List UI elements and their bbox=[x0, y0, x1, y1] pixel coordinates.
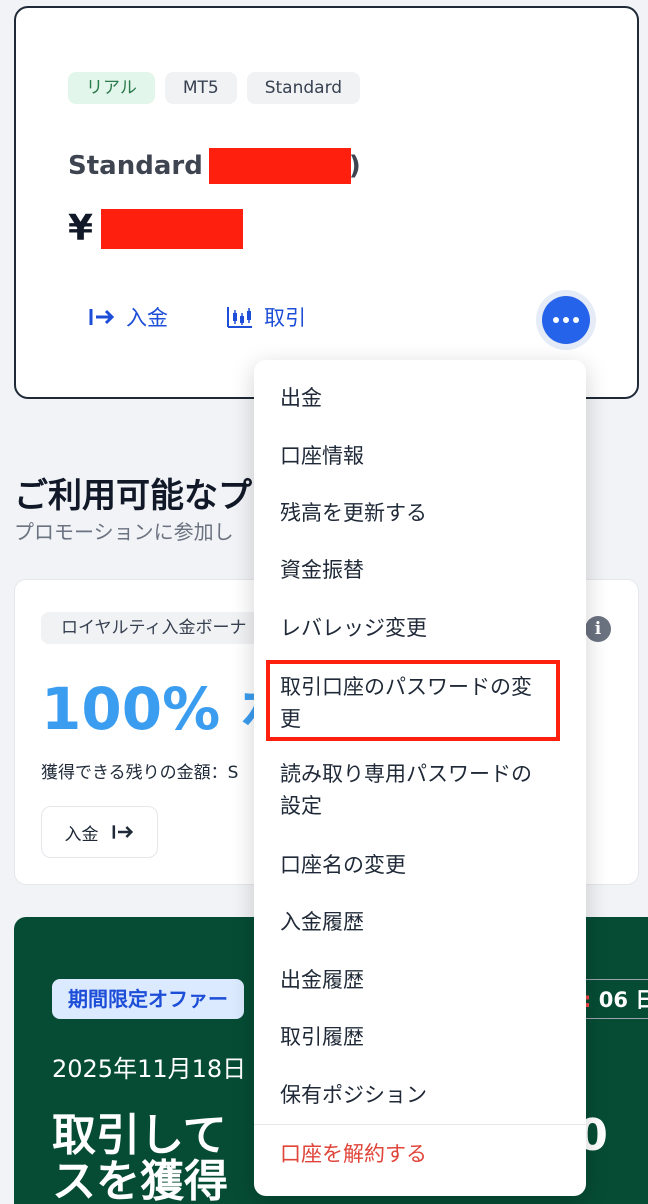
account-balance: ¥ bbox=[68, 208, 244, 249]
redacted-balance bbox=[101, 208, 244, 249]
section-subtitle: プロモーションに参加し bbox=[14, 520, 234, 544]
deposit-icon bbox=[89, 309, 115, 325]
remaining-label: 獲得できる残りの金額： bbox=[41, 763, 228, 783]
menu-item-change-trading-password-line1: 取引口座のパスワードの変 bbox=[280, 675, 532, 699]
remaining-amount: 獲得できる残りの金額：S bbox=[41, 758, 238, 783]
menu-item-close-account[interactable]: 口座を解約する bbox=[280, 1138, 427, 1170]
menu-item-readonly-password-line2: 設定 bbox=[280, 794, 322, 818]
account-options-menu: 出金 口座情報 残高を更新する 資金振替 レバレッジ変更 取引口座のパスワードの… bbox=[254, 360, 586, 1196]
promo-title-line1: 取引して bbox=[52, 1110, 227, 1161]
menu-item-readonly-password[interactable]: 読み取り専用パスワードの 設定 bbox=[280, 758, 532, 822]
menu-item-deposit-history[interactable]: 入金履歴 bbox=[280, 906, 364, 938]
tag-account-type: Standard bbox=[246, 72, 361, 104]
dot-icon bbox=[563, 317, 569, 323]
account-actions: 入金 取引 bbox=[88, 302, 306, 332]
menu-item-fund-transfer[interactable]: 資金振替 bbox=[280, 554, 364, 586]
account-name: Standard ) bbox=[68, 148, 361, 184]
remaining-value: S bbox=[227, 763, 239, 783]
more-options-button[interactable] bbox=[542, 296, 590, 344]
menu-item-open-positions[interactable]: 保有ポジション bbox=[280, 1079, 427, 1111]
tag-real: リアル bbox=[68, 72, 155, 104]
timer-days: 06 日 bbox=[598, 988, 648, 1012]
menu-divider bbox=[254, 1124, 586, 1125]
trade-button[interactable]: 取引 bbox=[226, 302, 306, 332]
dot-icon bbox=[573, 317, 579, 323]
account-name-trail: ) bbox=[348, 151, 361, 181]
currency-symbol: ¥ bbox=[68, 208, 94, 249]
promo-date: 2025年11月18日 - bbox=[52, 1055, 263, 1083]
account-tags: リアル MT5 Standard bbox=[68, 72, 361, 104]
account-name-text: Standard bbox=[68, 151, 203, 181]
candlestick-chart-icon bbox=[227, 307, 252, 328]
menu-item-readonly-password-line1: 読み取り専用パスワードの bbox=[280, 762, 532, 786]
menu-item-withdraw[interactable]: 出金 bbox=[280, 382, 322, 414]
menu-item-refresh-balance[interactable]: 残高を更新する bbox=[280, 497, 427, 529]
promo-title-line2: スを獲得 bbox=[52, 1156, 228, 1204]
menu-item-trade-history[interactable]: 取引履歴 bbox=[280, 1021, 364, 1053]
menu-item-rename-account[interactable]: 口座名の変更 bbox=[280, 849, 406, 881]
limited-offer-tag: 期間限定オファー bbox=[52, 979, 244, 1019]
menu-item-change-trading-password[interactable]: 取引口座のパスワードの変 更 bbox=[280, 671, 532, 735]
menu-item-change-leverage[interactable]: レバレッジ変更 bbox=[280, 612, 427, 644]
info-icon[interactable]: i bbox=[585, 616, 611, 642]
loyalty-deposit-button[interactable]: 入金 bbox=[41, 806, 158, 858]
tag-platform: MT5 bbox=[164, 72, 237, 104]
deposit-label: 入金 bbox=[126, 306, 168, 330]
menu-item-account-info[interactable]: 口座情報 bbox=[280, 440, 364, 472]
deposit-button[interactable]: 入金 bbox=[88, 302, 168, 332]
loyalty-deposit-label: 入金 bbox=[64, 824, 99, 845]
loyalty-tag: ロイヤルティ入金ボーナ bbox=[41, 612, 267, 644]
deposit-icon bbox=[112, 825, 133, 839]
menu-item-withdraw-history[interactable]: 出金履歴 bbox=[280, 964, 364, 996]
section-title-text: ご利用可能なプ bbox=[14, 476, 252, 516]
menu-item-change-trading-password-line2: 更 bbox=[280, 707, 301, 731]
account-card: リアル MT5 Standard Standard ) ¥ 入金 取引 bbox=[14, 6, 639, 399]
dot-icon bbox=[553, 317, 559, 323]
redacted-account-number bbox=[208, 148, 351, 184]
trade-label: 取引 bbox=[264, 306, 306, 330]
